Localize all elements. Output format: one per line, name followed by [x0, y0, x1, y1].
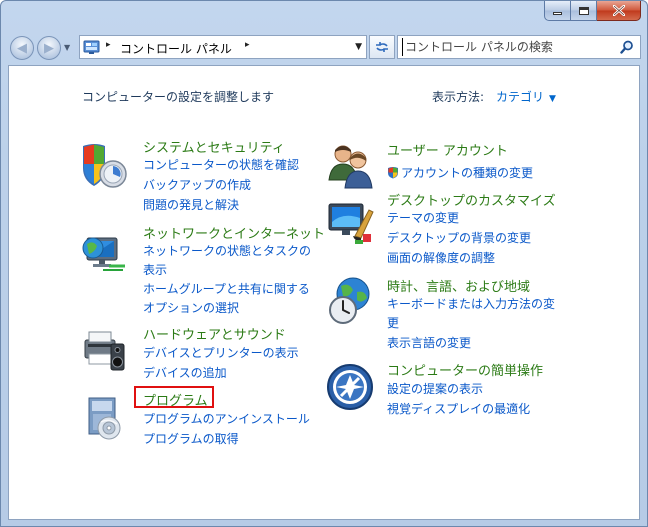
programs-icon[interactable]: [79, 392, 129, 442]
breadcrumb-control-panel[interactable]: コントロール パネル: [120, 40, 232, 57]
forward-arrow-icon: ▶: [44, 40, 54, 56]
dropdown-arrow-icon[interactable]: ▼: [549, 94, 556, 104]
category-user-accounts[interactable]: ユーザー アカウント: [387, 140, 508, 159]
link-view-network-status[interactable]: ネットワークの状態とタスクの: [143, 242, 311, 259]
search-box[interactable]: [397, 35, 641, 59]
breadcrumb-separator-icon[interactable]: ▸: [106, 40, 111, 50]
link-change-desktop-background[interactable]: デスクトップの背景の変更: [387, 229, 531, 246]
page-title: コンピューターの設定を調整します: [82, 90, 275, 104]
link-check-computer-status[interactable]: コンピューターの状態を確認: [143, 156, 299, 173]
category-ease-of-access[interactable]: コンピューターの簡単操作: [387, 360, 543, 379]
link-change-keyboard-input-cont[interactable]: 更: [387, 314, 399, 331]
category-system-security[interactable]: システムとセキュリティ: [143, 137, 285, 156]
clock-language-region-icon[interactable]: [325, 276, 375, 326]
personalization-icon[interactable]: [325, 196, 375, 246]
link-change-keyboard-input[interactable]: キーボードまたは入力方法の変: [387, 295, 555, 312]
system-security-icon[interactable]: [79, 140, 129, 190]
link-change-account-type-label[interactable]: アカウントの種類の変更: [401, 166, 533, 180]
category-appearance-personalization[interactable]: デスクトップのカスタマイズ: [387, 190, 556, 209]
control-panel-content: コンピューターの設定を調整します 表示方法: カテゴリ ▼ システムとセキュリティ…: [8, 65, 640, 520]
back-arrow-icon: ◀: [17, 40, 27, 56]
ease-of-access-icon[interactable]: [325, 362, 375, 412]
view-by-label: 表示方法:: [432, 90, 485, 104]
close-button[interactable]: [597, 1, 641, 21]
link-view-devices-printers[interactable]: デバイスとプリンターの表示: [143, 344, 299, 361]
minimize-icon: [553, 12, 562, 15]
window-controls: [544, 1, 641, 21]
forward-button[interactable]: ▶: [37, 36, 61, 60]
link-change-theme[interactable]: テーマの変更: [387, 209, 459, 226]
minimize-button[interactable]: [544, 1, 571, 21]
link-troubleshoot[interactable]: 問題の発見と解決: [143, 196, 239, 213]
view-by-value[interactable]: カテゴリ: [496, 90, 544, 104]
category-clock-language-region[interactable]: 時計、言語、および地域: [387, 276, 530, 295]
search-input[interactable]: [402, 38, 612, 56]
navigation-bar: ◀ ▶ ▼ ▸ コントロール パネル ▸ ▼: [7, 34, 641, 62]
user-accounts-icon[interactable]: [325, 140, 375, 190]
link-get-programs[interactable]: プログラムの取得: [143, 430, 239, 447]
recent-pages-dropdown-icon[interactable]: ▼: [64, 43, 70, 52]
link-adjust-screen-resolution[interactable]: 画面の解像度の調整: [387, 249, 495, 266]
control-panel-window: ◀ ▶ ▼ ▸ コントロール パネル ▸ ▼ コントロール パネルの検索 コンピ…: [0, 0, 648, 527]
link-change-display-language[interactable]: 表示言語の変更: [387, 334, 471, 351]
highlight-box: [134, 386, 214, 408]
link-create-backup[interactable]: バックアップの作成: [143, 176, 251, 193]
breadcrumb-separator-icon[interactable]: ▸: [245, 40, 250, 50]
refresh-icon: [376, 42, 388, 52]
search-icon[interactable]: [620, 40, 634, 54]
maximize-button[interactable]: [571, 1, 597, 21]
title-bar: [1, 1, 647, 31]
link-optimize-visual-display[interactable]: 視覚ディスプレイの最適化: [387, 400, 530, 417]
link-add-device[interactable]: デバイスの追加: [143, 364, 227, 381]
back-button[interactable]: ◀: [10, 36, 34, 60]
hardware-sound-icon[interactable]: [79, 324, 129, 374]
network-internet-icon[interactable]: [79, 226, 129, 276]
category-hardware-sound[interactable]: ハードウェアとサウンド: [143, 324, 286, 343]
category-network-internet[interactable]: ネットワークとインターネット: [143, 223, 325, 242]
view-by-dropdown[interactable]: カテゴリ ▼: [496, 88, 556, 105]
link-homegroup-sharing-cont[interactable]: オプションの選択: [143, 299, 239, 316]
link-homegroup-sharing[interactable]: ホームグループと共有に関する: [143, 280, 310, 297]
close-icon: [612, 5, 625, 16]
link-uninstall-program[interactable]: プログラムのアンインストール: [143, 410, 310, 427]
control-panel-icon: [83, 40, 100, 54]
uac-shield-icon: [388, 167, 398, 179]
refresh-button[interactable]: [369, 35, 395, 59]
maximize-icon: [578, 6, 589, 15]
link-let-windows-suggest-settings[interactable]: 設定の提案の表示: [387, 380, 483, 397]
link-view-network-status-cont[interactable]: 表示: [143, 261, 167, 278]
link-change-account-type[interactable]: アカウントの種類の変更: [387, 164, 533, 181]
address-history-dropdown-icon[interactable]: ▼: [355, 42, 362, 52]
address-bar[interactable]: ▸ コントロール パネル ▸ ▼: [79, 35, 367, 59]
